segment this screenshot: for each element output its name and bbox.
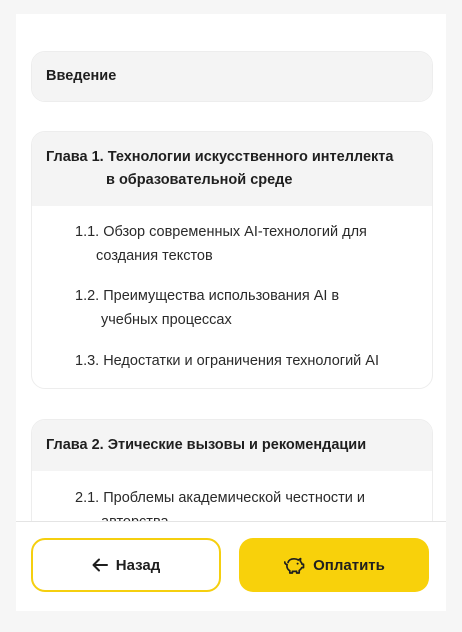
intro-title: Введение bbox=[32, 52, 432, 101]
chapter1-item-3-line1: 1.3. Недостатки и ограничения технологий… bbox=[75, 353, 379, 369]
back-button-label: Назад bbox=[115, 556, 161, 574]
chapter1-item-2-line1: 1.2. Преимущества использования AI в bbox=[75, 288, 340, 304]
outline-panel: Введение Глава 1. Технологии искусственн… bbox=[16, 14, 446, 611]
chapter2-item-1-line1: 2.1. Проблемы академической честности и bbox=[75, 490, 366, 506]
chapter1-card: Глава 1. Технологии искусственного интел… bbox=[31, 131, 433, 389]
chapter2-title: Глава 2. Этические вызовы и рекомендации bbox=[46, 437, 367, 453]
chapter1-item-1-line1: 1.1. Обзор современных AI-технологий для bbox=[75, 224, 367, 240]
intro-card[interactable]: Введение bbox=[31, 51, 433, 102]
chapter2-item-1: 2.1. Проблемы академической честности и … bbox=[75, 486, 365, 521]
chapter1-title-line1: Глава 1. Технологии искусственного интел… bbox=[46, 149, 394, 165]
chapter1-header[interactable]: Глава 1. Технологии искусственного интел… bbox=[32, 132, 432, 206]
chapter2-header[interactable]: Глава 2. Этические вызовы и рекомендации bbox=[32, 420, 432, 471]
chapter1-item-2: 1.2. Преимущества использования AI в уче… bbox=[75, 284, 339, 332]
outline-scroll-area[interactable]: Введение Глава 1. Технологии искусственн… bbox=[16, 14, 446, 521]
piggy-bank-icon bbox=[283, 555, 305, 575]
pay-button[interactable]: Оплатить bbox=[239, 538, 429, 592]
chapter1-item-2-line2: учебных процессах bbox=[101, 312, 232, 328]
back-button[interactable]: Назад bbox=[31, 538, 221, 592]
footer-divider bbox=[16, 521, 446, 522]
pay-button-label: Оплатить bbox=[313, 556, 385, 574]
chapter2-item-1-line2: авторства bbox=[75, 510, 365, 521]
chapter2-card: Глава 2. Этические вызовы и рекомендации… bbox=[31, 419, 433, 521]
arrow-left-icon bbox=[92, 558, 108, 572]
chapter1-item-3: 1.3. Недостатки и ограничения технологий… bbox=[75, 349, 379, 373]
chapter1-item-1: 1.1. Обзор современных AI-технологий для… bbox=[75, 220, 367, 268]
chapter1-title-line2: в образовательной среде bbox=[106, 172, 293, 188]
chapter1-item-1-line2: создания текстов bbox=[96, 248, 213, 264]
